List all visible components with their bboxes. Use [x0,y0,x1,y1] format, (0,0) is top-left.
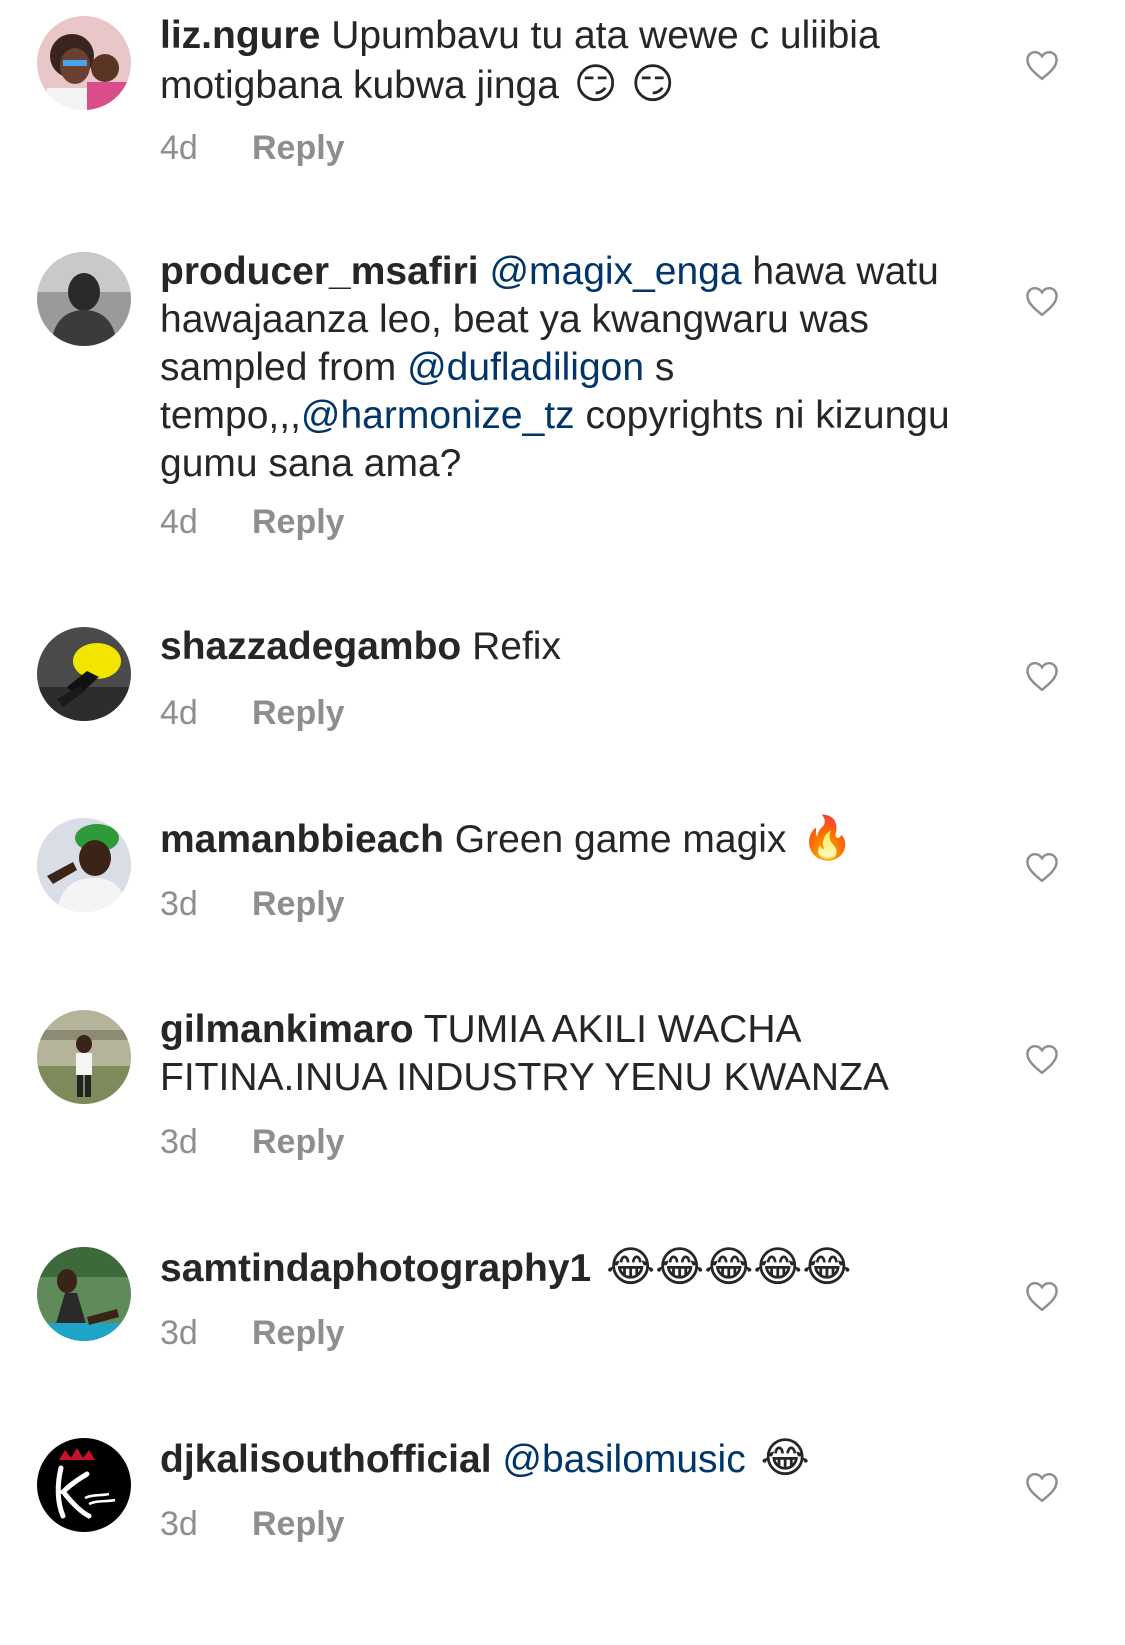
comment-emoji: 😂😂😂😂😂 [606,1242,852,1291]
comment-username[interactable]: shazzadegambo [160,625,461,668]
comment-timestamp: 3d [160,1505,198,1543]
heart-icon[interactable] [1024,285,1064,321]
comment-meta: 3d Reply [160,1313,345,1353]
heart-icon[interactable] [1024,851,1064,887]
comment-meta: 3d Reply [160,884,345,924]
comment-timestamp: 4d [160,694,198,732]
comment-username[interactable]: djkalisouthofficial [160,1438,492,1481]
comment-username[interactable]: samtindaphotography1 [160,1247,591,1290]
comment-meta: 3d Reply [160,1504,345,1544]
comment-timestamp: 3d [160,885,198,923]
comment-timestamp: 4d [160,129,198,167]
comment-meta: 4d Reply [160,502,345,542]
reply-button[interactable]: Reply [252,885,345,923]
avatar[interactable] [37,1010,131,1104]
heart-icon[interactable] [1024,1471,1064,1507]
comment-emoji: 😏 😏 [573,59,675,108]
heart-icon[interactable] [1024,660,1064,696]
reply-button[interactable]: Reply [252,1123,345,1161]
comment-timestamp: 3d [160,1314,198,1352]
comment-username[interactable]: mamanbbieach [160,818,444,861]
comment-timestamp: 4d [160,503,198,541]
comment-body [746,1438,757,1481]
comment-text: djkalisouthofficial @basilomusic 😂 [160,1434,970,1484]
mention-link[interactable]: @harmonize_tz [301,394,575,437]
reply-button[interactable]: Reply [252,694,345,732]
reply-button[interactable]: Reply [252,129,345,167]
comment-username[interactable]: gilmankimaro [160,1008,414,1051]
comment-emoji: 😂 [760,1433,810,1482]
heart-icon[interactable] [1024,49,1064,85]
comment-text: shazzadegambo Refix [160,623,970,671]
comment-text: gilmankimaro TUMIA AKILI WACHA FITINA.IN… [160,1006,970,1102]
comment-meta: 3d Reply [160,1122,345,1162]
comment-body: Refix [472,625,561,668]
reply-button[interactable]: Reply [252,1505,345,1543]
mention-link[interactable]: @magix_enga [489,250,741,293]
reply-button[interactable]: Reply [252,1314,345,1352]
comment-text: producer_msafiri @magix_enga hawa watu h… [160,248,970,488]
avatar[interactable] [37,252,131,346]
comment-username[interactable]: producer_msafiri [160,250,479,293]
avatar[interactable] [37,627,131,721]
mention-link[interactable]: @basilomusic [502,1438,745,1481]
avatar[interactable] [37,1438,131,1532]
comment-body [591,1247,602,1290]
comment-emoji: 🔥 [801,813,854,862]
heart-icon[interactable] [1024,1280,1064,1316]
comment-body: Green game magix [454,818,798,861]
comment-meta: 4d Reply [160,693,345,733]
comment-text: mamanbbieach Green game magix 🔥 [160,814,970,864]
avatar[interactable] [37,1247,131,1341]
avatar[interactable] [37,16,131,110]
comment-timestamp: 3d [160,1123,198,1161]
mention-link[interactable]: @dufladiligon [407,346,644,389]
heart-icon[interactable] [1024,1043,1064,1079]
comment-text: samtindaphotography1 😂😂😂😂😂 [160,1243,970,1293]
comment-text: liz.ngure Upumbavu tu ata wewe c uliibia… [160,12,970,110]
comment-username[interactable]: liz.ngure [160,14,320,57]
avatar[interactable] [37,818,131,912]
comment-meta: 4d Reply [160,128,345,168]
reply-button[interactable]: Reply [252,503,345,541]
